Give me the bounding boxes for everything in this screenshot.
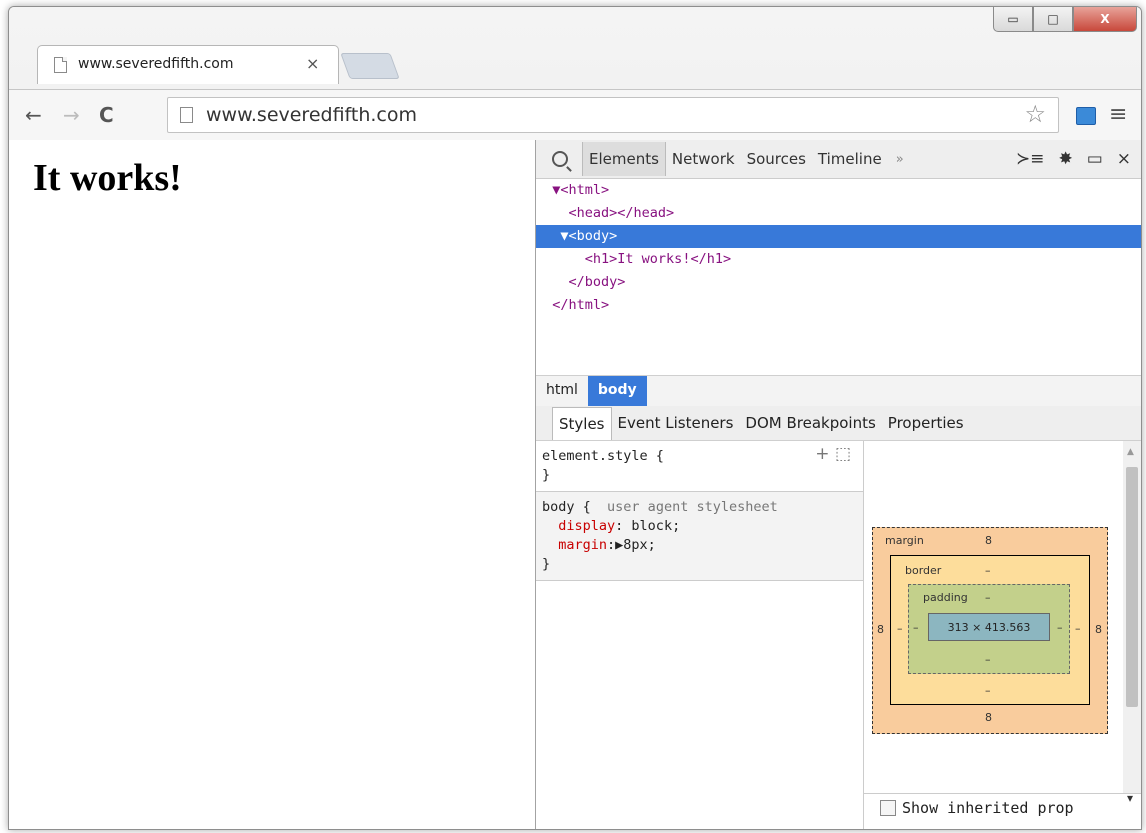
padding-right-value[interactable]: – (1057, 621, 1063, 634)
rule-close-brace: } (542, 556, 551, 572)
minimize-button[interactable]: ▭ (993, 7, 1033, 32)
dom-node-body-close[interactable]: </body> (536, 271, 1141, 294)
close-window-button[interactable]: X (1073, 7, 1137, 32)
element-style-selector: element.style { (542, 448, 664, 464)
property-value[interactable]: :▶8px; (607, 537, 656, 553)
address-bar[interactable]: www.severedfifth.com ☆ (167, 97, 1059, 133)
dock-icon[interactable]: ▭ (1087, 149, 1103, 169)
browser-toolbar: ← → C www.severedfifth.com ☆ ≡ (9, 89, 1141, 141)
margin-top-value[interactable]: 8 (985, 534, 992, 547)
border-bottom-value[interactable]: – (985, 684, 991, 697)
tab-sources[interactable]: Sources (741, 150, 812, 168)
bookmark-star-icon[interactable]: ☆ (1024, 100, 1046, 128)
tab-styles[interactable]: Styles (552, 406, 612, 440)
new-tab-button[interactable] (340, 53, 400, 79)
title-bar: www.severedfifth.com × ▭ □ X (9, 7, 1141, 89)
box-model-content[interactable]: 313 × 413.563 (928, 613, 1050, 641)
devtools-panel: Elements Network Sources Timeline » ≻≡ ✸… (535, 140, 1141, 829)
devtools-toolbar: Elements Network Sources Timeline » ≻≡ ✸… (536, 140, 1141, 179)
property-name[interactable]: display (558, 518, 615, 534)
show-inherited-toggle[interactable]: Show inherited prop (880, 799, 1074, 817)
add-rule-icon[interactable]: + (815, 444, 829, 464)
margin-right-value[interactable]: 8 (1095, 623, 1102, 636)
show-inherited-label: Show inherited prop (902, 799, 1074, 817)
window-controls: ▭ □ X (993, 7, 1137, 33)
dom-node-head[interactable]: <head></head> (536, 202, 1141, 225)
devtools-right-controls: ≻≡ ✸ ▭ × (1016, 149, 1131, 169)
page-icon (54, 57, 67, 73)
dom-node-h1[interactable]: <h1>It works!</h1> (536, 248, 1141, 271)
border-right-value[interactable]: – (1075, 622, 1081, 635)
scroll-thumb[interactable] (1126, 467, 1138, 707)
tab-dom-breakpoints[interactable]: DOM Breakpoints (739, 407, 881, 439)
padding-left-value[interactable]: – (913, 621, 919, 634)
show-inherited-checkbox[interactable] (880, 800, 896, 816)
inspect-search-icon[interactable] (552, 151, 568, 167)
forward-button[interactable]: → (63, 103, 80, 127)
box-model-padding[interactable]: padding – – – – 313 × 413.563 (908, 584, 1070, 674)
tab-event-listeners[interactable]: Event Listeners (612, 407, 740, 439)
border-label: border (905, 564, 942, 577)
padding-top-value[interactable]: – (985, 591, 991, 604)
dom-node-body[interactable]: ▼<body> (536, 225, 1141, 248)
rule-close-brace: } (542, 467, 551, 483)
margin-bottom-value[interactable]: 8 (985, 711, 992, 724)
margin-left-value[interactable]: 8 (877, 623, 884, 636)
reload-button[interactable]: C (99, 103, 114, 127)
page-heading: It works! (33, 157, 182, 199)
tab-properties[interactable]: Properties (882, 407, 970, 439)
border-left-value[interactable]: – (897, 622, 903, 635)
console-drawer-icon[interactable]: ≻≡ (1016, 149, 1045, 169)
tab-elements[interactable]: Elements (582, 142, 666, 176)
property-name[interactable]: margin (558, 537, 607, 553)
menu-icon[interactable]: ≡ (1109, 102, 1127, 127)
body-ua-rule[interactable]: body { user agent stylesheet display: bl… (536, 492, 863, 581)
page-icon (180, 107, 193, 123)
styles-pane: element.style { } + ⬚ body { user agent … (536, 441, 863, 829)
property-value[interactable]: : block; (615, 518, 680, 534)
browser-tab[interactable]: www.severedfifth.com × (37, 45, 339, 84)
tab-network[interactable]: Network (666, 150, 741, 168)
tab-title: www.severedfifth.com (78, 56, 234, 72)
rule-tools: + ⬚ (815, 445, 851, 464)
tab-close-icon[interactable]: × (306, 54, 319, 73)
sidebar-tabs: Styles Event Listeners DOM Breakpoints P… (536, 406, 1141, 441)
margin-label: margin (885, 534, 924, 547)
browser-window: www.severedfifth.com × ▭ □ X ← → C www.s… (8, 6, 1142, 830)
scrollbar[interactable]: ▲ ▾ (1123, 441, 1141, 805)
divider (864, 793, 1141, 794)
dom-node-html[interactable]: ▼<html> (536, 179, 1141, 202)
padding-bottom-value[interactable]: – (985, 653, 991, 666)
body-selector: body { (542, 499, 591, 515)
dom-node-html-close[interactable]: </html> (536, 294, 1141, 317)
close-devtools-icon[interactable]: × (1117, 149, 1131, 169)
maximize-button[interactable]: □ (1033, 7, 1073, 32)
box-model-border[interactable]: border – – – – padding – – – – 313 × 413… (890, 555, 1090, 705)
toggle-element-state-icon[interactable]: ⬚ (835, 444, 851, 464)
box-model-margin[interactable]: margin 8 8 8 8 border – – – – padding – … (872, 527, 1108, 734)
metrics-pane: ▲ ▾ margin 8 8 8 8 border – – – – paddin… (863, 441, 1141, 829)
page-viewport: It works! (9, 140, 535, 829)
dom-tree: ▼<html> <head></head> ▼<body> <h1>It wor… (536, 179, 1141, 375)
breadcrumb-html[interactable]: html (536, 376, 588, 406)
breadcrumb: html body (536, 375, 1141, 407)
breadcrumb-body[interactable]: body (587, 376, 647, 406)
url-text[interactable]: www.severedfifth.com (206, 104, 417, 126)
back-button[interactable]: ← (25, 103, 42, 127)
scroll-up-icon[interactable]: ▲ (1127, 447, 1134, 457)
gear-icon[interactable]: ✸ (1058, 149, 1072, 169)
more-tabs-icon[interactable]: » (896, 152, 904, 167)
padding-label: padding (923, 591, 968, 604)
extension-icon[interactable] (1076, 107, 1096, 125)
border-top-value[interactable]: – (985, 564, 991, 577)
ua-source-label: user agent stylesheet (607, 499, 778, 515)
tab-timeline[interactable]: Timeline (812, 150, 888, 168)
element-style-rule[interactable]: element.style { } + ⬚ (536, 441, 863, 492)
